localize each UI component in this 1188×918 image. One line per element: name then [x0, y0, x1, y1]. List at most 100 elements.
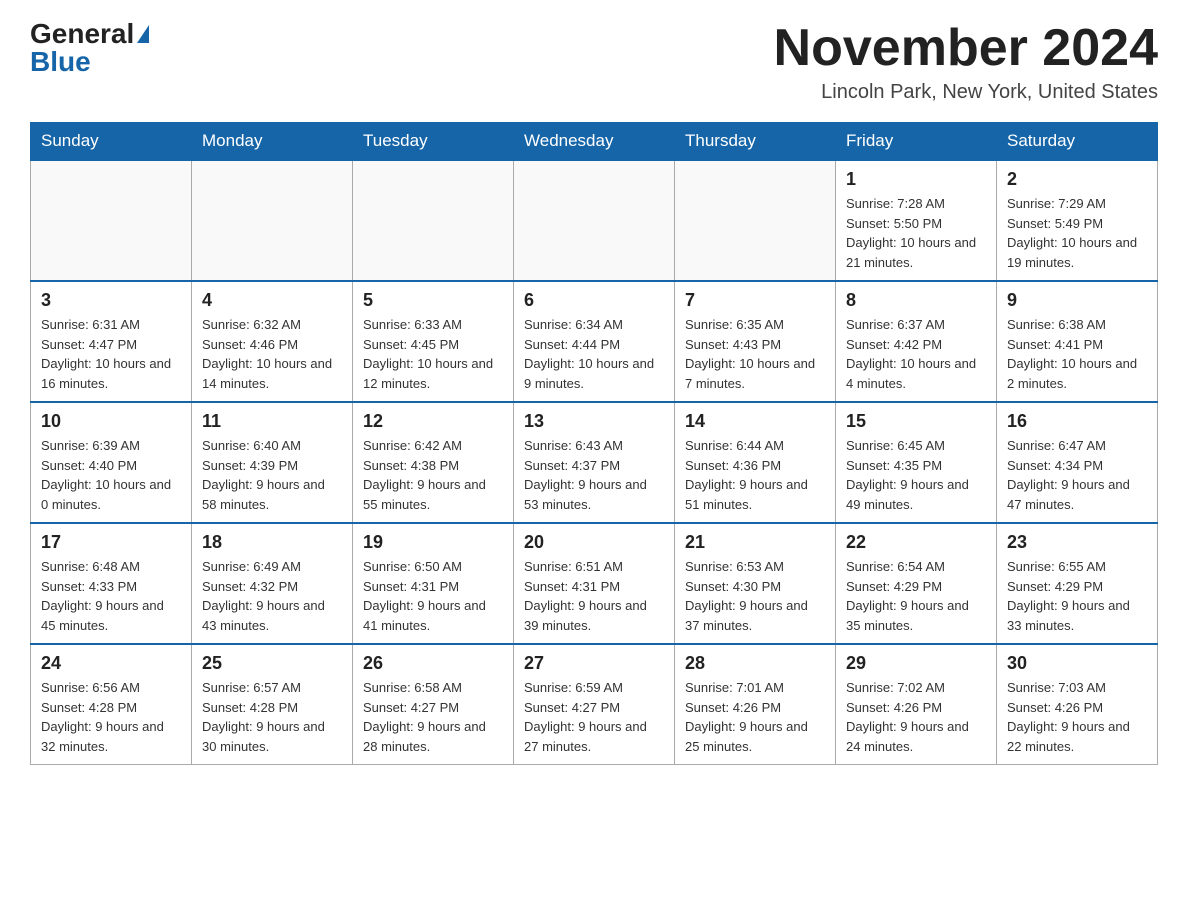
- calendar-cell: 2 Sunrise: 7:29 AMSunset: 5:49 PMDaylight…: [997, 160, 1158, 281]
- calendar-cell: 26 Sunrise: 6:58 AMSunset: 4:27 PMDayligh…: [353, 644, 514, 765]
- calendar-cell: 22 Sunrise: 6:54 AMSunset: 4:29 PMDayligh…: [836, 523, 997, 644]
- day-number: 12: [363, 411, 503, 432]
- day-number: 7: [685, 290, 825, 311]
- day-info: Sunrise: 6:34 AMSunset: 4:44 PMDaylight:…: [524, 315, 664, 393]
- day-info: Sunrise: 6:33 AMSunset: 4:45 PMDaylight:…: [363, 315, 503, 393]
- logo-triangle-icon: [137, 25, 149, 43]
- day-info: Sunrise: 6:59 AMSunset: 4:27 PMDaylight:…: [524, 678, 664, 756]
- day-number: 3: [41, 290, 181, 311]
- day-info: Sunrise: 6:55 AMSunset: 4:29 PMDaylight:…: [1007, 557, 1147, 635]
- weekday-header-saturday: Saturday: [997, 123, 1158, 161]
- calendar-week-row: 17Sunrise: 6:48 AMSunset: 4:33 PMDayligh…: [31, 523, 1158, 644]
- calendar-cell: 20 Sunrise: 6:51 AMSunset: 4:31 PMDayligh…: [514, 523, 675, 644]
- day-info: Sunrise: 6:44 AMSunset: 4:36 PMDaylight:…: [685, 436, 825, 514]
- weekday-header-row: SundayMondayTuesdayWednesdayThursdayFrid…: [31, 123, 1158, 161]
- day-info: Sunrise: 6:51 AMSunset: 4:31 PMDaylight:…: [524, 557, 664, 635]
- calendar-cell: 11 Sunrise: 6:40 AMSunset: 4:39 PMDayligh…: [192, 402, 353, 523]
- day-info: Sunrise: 6:39 AMSunset: 4:40 PMDaylight:…: [41, 436, 181, 514]
- weekday-header-tuesday: Tuesday: [353, 123, 514, 161]
- day-number: 4: [202, 290, 342, 311]
- weekday-header-wednesday: Wednesday: [514, 123, 675, 161]
- day-number: 15: [846, 411, 986, 432]
- day-number: 11: [202, 411, 342, 432]
- calendar-cell: [192, 160, 353, 281]
- weekday-header-sunday: Sunday: [31, 123, 192, 161]
- calendar-week-row: 10Sunrise: 6:39 AMSunset: 4:40 PMDayligh…: [31, 402, 1158, 523]
- location-title: Lincoln Park, New York, United States: [774, 81, 1158, 104]
- day-info: Sunrise: 6:49 AMSunset: 4:32 PMDaylight:…: [202, 557, 342, 635]
- day-number: 20: [524, 532, 664, 553]
- day-number: 22: [846, 532, 986, 553]
- calendar-cell: 5Sunrise: 6:33 AMSunset: 4:45 PMDaylight…: [353, 281, 514, 402]
- calendar-week-row: 24 Sunrise: 6:56 AMSunset: 4:28 PMDayligh…: [31, 644, 1158, 765]
- calendar-cell: 12 Sunrise: 6:42 AMSunset: 4:38 PMDayligh…: [353, 402, 514, 523]
- logo-general-text: General: [30, 20, 134, 48]
- calendar-week-row: 1 Sunrise: 7:28 AMSunset: 5:50 PMDaylight…: [31, 160, 1158, 281]
- day-number: 14: [685, 411, 825, 432]
- day-number: 16: [1007, 411, 1147, 432]
- calendar-cell: 7Sunrise: 6:35 AMSunset: 4:43 PMDaylight…: [675, 281, 836, 402]
- weekday-header-monday: Monday: [192, 123, 353, 161]
- day-info: Sunrise: 7:01 AMSunset: 4:26 PMDaylight:…: [685, 678, 825, 756]
- day-info: Sunrise: 7:03 AMSunset: 4:26 PMDaylight:…: [1007, 678, 1147, 756]
- calendar-cell: 29Sunrise: 7:02 AMSunset: 4:26 PMDayligh…: [836, 644, 997, 765]
- calendar-cell: 1 Sunrise: 7:28 AMSunset: 5:50 PMDaylight…: [836, 160, 997, 281]
- day-info: Sunrise: 6:37 AMSunset: 4:42 PMDaylight:…: [846, 315, 986, 393]
- day-number: 24: [41, 653, 181, 674]
- day-number: 19: [363, 532, 503, 553]
- calendar-cell: 14 Sunrise: 6:44 AMSunset: 4:36 PMDayligh…: [675, 402, 836, 523]
- calendar-cell: 17Sunrise: 6:48 AMSunset: 4:33 PMDayligh…: [31, 523, 192, 644]
- logo-blue-text: Blue: [30, 48, 91, 76]
- calendar-cell: 27 Sunrise: 6:59 AMSunset: 4:27 PMDayligh…: [514, 644, 675, 765]
- calendar-cell: [675, 160, 836, 281]
- day-number: 21: [685, 532, 825, 553]
- calendar-cell: 8 Sunrise: 6:37 AMSunset: 4:42 PMDaylight…: [836, 281, 997, 402]
- day-number: 25: [202, 653, 342, 674]
- weekday-header-thursday: Thursday: [675, 123, 836, 161]
- title-block: November 2024 Lincoln Park, New York, Un…: [774, 20, 1158, 104]
- calendar-cell: 9Sunrise: 6:38 AMSunset: 4:41 PMDaylight…: [997, 281, 1158, 402]
- day-number: 26: [363, 653, 503, 674]
- day-info: Sunrise: 6:50 AMSunset: 4:31 PMDaylight:…: [363, 557, 503, 635]
- day-number: 18: [202, 532, 342, 553]
- day-number: 2: [1007, 169, 1147, 190]
- day-info: Sunrise: 6:31 AMSunset: 4:47 PMDaylight:…: [41, 315, 181, 393]
- day-number: 8: [846, 290, 986, 311]
- day-info: Sunrise: 6:40 AMSunset: 4:39 PMDaylight:…: [202, 436, 342, 514]
- day-info: Sunrise: 7:29 AMSunset: 5:49 PMDaylight:…: [1007, 194, 1147, 272]
- calendar-cell: 15Sunrise: 6:45 AMSunset: 4:35 PMDayligh…: [836, 402, 997, 523]
- calendar-cell: 21 Sunrise: 6:53 AMSunset: 4:30 PMDayligh…: [675, 523, 836, 644]
- calendar-cell: 6Sunrise: 6:34 AMSunset: 4:44 PMDaylight…: [514, 281, 675, 402]
- day-number: 28: [685, 653, 825, 674]
- calendar-cell: 3 Sunrise: 6:31 AMSunset: 4:47 PMDaylight…: [31, 281, 192, 402]
- calendar-table: SundayMondayTuesdayWednesdayThursdayFrid…: [30, 122, 1158, 765]
- day-info: Sunrise: 6:42 AMSunset: 4:38 PMDaylight:…: [363, 436, 503, 514]
- day-number: 1: [846, 169, 986, 190]
- calendar-cell: [514, 160, 675, 281]
- calendar-cell: 28 Sunrise: 7:01 AMSunset: 4:26 PMDayligh…: [675, 644, 836, 765]
- day-number: 23: [1007, 532, 1147, 553]
- calendar-cell: 30Sunrise: 7:03 AMSunset: 4:26 PMDayligh…: [997, 644, 1158, 765]
- day-info: Sunrise: 6:58 AMSunset: 4:27 PMDaylight:…: [363, 678, 503, 756]
- day-number: 17: [41, 532, 181, 553]
- weekday-header-friday: Friday: [836, 123, 997, 161]
- calendar-cell: 18 Sunrise: 6:49 AMSunset: 4:32 PMDayligh…: [192, 523, 353, 644]
- calendar-cell: [353, 160, 514, 281]
- day-info: Sunrise: 6:56 AMSunset: 4:28 PMDaylight:…: [41, 678, 181, 756]
- day-info: Sunrise: 6:47 AMSunset: 4:34 PMDaylight:…: [1007, 436, 1147, 514]
- calendar-cell: 25 Sunrise: 6:57 AMSunset: 4:28 PMDayligh…: [192, 644, 353, 765]
- day-info: Sunrise: 6:53 AMSunset: 4:30 PMDaylight:…: [685, 557, 825, 635]
- calendar-cell: [31, 160, 192, 281]
- day-number: 13: [524, 411, 664, 432]
- day-info: Sunrise: 6:57 AMSunset: 4:28 PMDaylight:…: [202, 678, 342, 756]
- page-header: General Blue November 2024 Lincoln Park,…: [30, 20, 1158, 104]
- day-info: Sunrise: 6:32 AMSunset: 4:46 PMDaylight:…: [202, 315, 342, 393]
- day-info: Sunrise: 7:28 AMSunset: 5:50 PMDaylight:…: [846, 194, 986, 272]
- day-number: 9: [1007, 290, 1147, 311]
- calendar-cell: 16 Sunrise: 6:47 AMSunset: 4:34 PMDayligh…: [997, 402, 1158, 523]
- calendar-cell: 24 Sunrise: 6:56 AMSunset: 4:28 PMDayligh…: [31, 644, 192, 765]
- day-number: 27: [524, 653, 664, 674]
- day-info: Sunrise: 6:54 AMSunset: 4:29 PMDaylight:…: [846, 557, 986, 635]
- calendar-cell: 13Sunrise: 6:43 AMSunset: 4:37 PMDayligh…: [514, 402, 675, 523]
- calendar-cell: 4 Sunrise: 6:32 AMSunset: 4:46 PMDaylight…: [192, 281, 353, 402]
